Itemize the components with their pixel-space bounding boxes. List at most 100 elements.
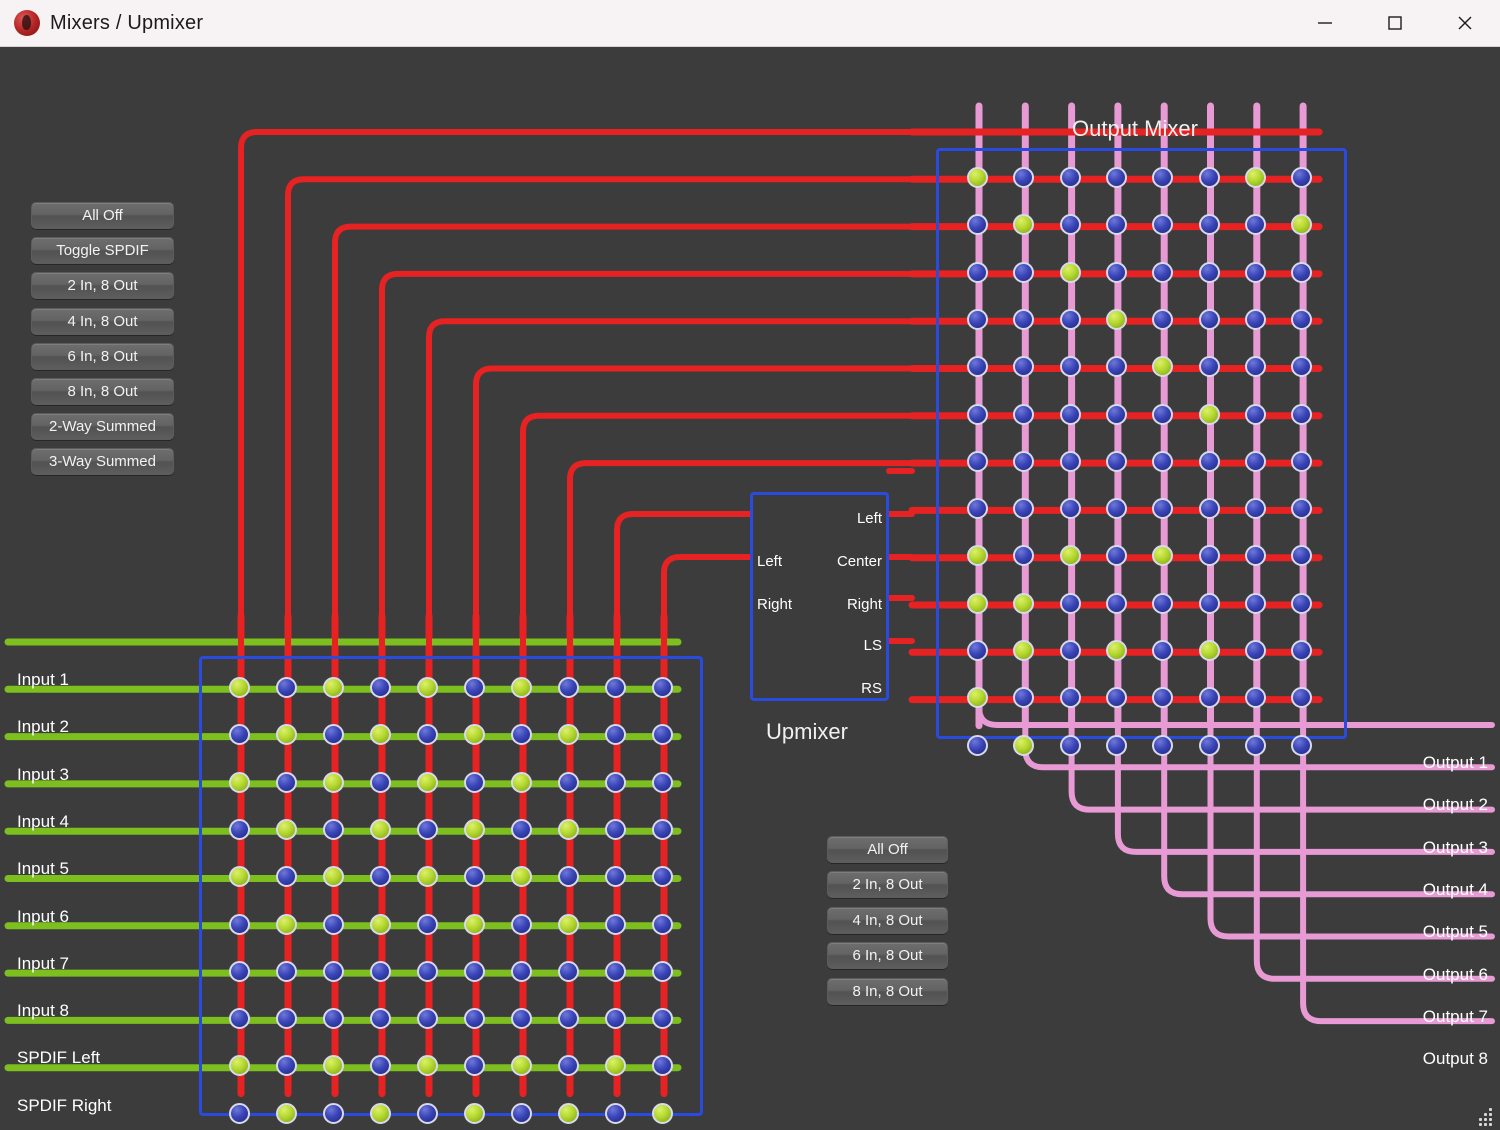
minimize-button[interactable] bbox=[1290, 0, 1360, 46]
out-preset-6in-8out[interactable]: 6 In, 8 Out bbox=[827, 942, 948, 970]
output-mixer-node-r7-c7[interactable] bbox=[1244, 450, 1266, 472]
output-mixer-node-r10-c3[interactable] bbox=[1059, 592, 1081, 614]
preset-8in-8out[interactable]: 8 In, 8 Out bbox=[31, 378, 174, 405]
output-mixer-node-r5-c7[interactable] bbox=[1244, 356, 1266, 378]
output-mixer-node-r7-c4[interactable] bbox=[1105, 450, 1127, 472]
output-mixer-node-r8-c1[interactable] bbox=[967, 498, 988, 520]
input-mixer-node-r6-c5[interactable] bbox=[417, 913, 438, 935]
input-mixer-node-r3-c2[interactable] bbox=[276, 771, 297, 793]
input-mixer-node-r4-c1[interactable] bbox=[229, 818, 250, 840]
output-mixer-node-r4-c3[interactable] bbox=[1059, 308, 1081, 330]
preset-3way-summed[interactable]: 3-Way Summed bbox=[31, 448, 174, 476]
output-mixer-node-r8-c7[interactable] bbox=[1244, 498, 1266, 520]
input-mixer-node-r3-c4[interactable] bbox=[370, 771, 391, 793]
input-mixer-node-r8-c2[interactable] bbox=[276, 1008, 297, 1030]
output-mixer-node-r4-c6[interactable] bbox=[1198, 308, 1220, 330]
output-mixer-node-r8-c3[interactable] bbox=[1059, 498, 1081, 520]
input-mixer-node-r8-c5[interactable] bbox=[417, 1008, 438, 1030]
output-mixer-node-r1-c6[interactable] bbox=[1198, 167, 1220, 188]
input-mixer-node-r4-c10[interactable] bbox=[652, 818, 673, 840]
input-mixer-node-r1-c8[interactable] bbox=[558, 677, 579, 698]
out-preset-8in-8out[interactable]: 8 In, 8 Out bbox=[827, 977, 948, 1005]
output-mixer-node-r10-c1[interactable] bbox=[967, 592, 988, 614]
output-mixer-node-r10-c6[interactable] bbox=[1198, 592, 1220, 614]
output-mixer-node-r1-c8[interactable] bbox=[1291, 167, 1313, 188]
output-mixer-node-r4-c4[interactable] bbox=[1105, 308, 1127, 330]
output-mixer-node-r13-c3[interactable] bbox=[1059, 734, 1081, 756]
input-mixer-node-r3-c1[interactable] bbox=[229, 771, 250, 793]
preset-6in-8out[interactable]: 6 In, 8 Out bbox=[31, 342, 174, 370]
input-mixer-node-r1-c6[interactable] bbox=[464, 677, 485, 698]
output-mixer-node-r7-c5[interactable] bbox=[1152, 450, 1174, 472]
input-mixer-node-r10-c6[interactable] bbox=[464, 1102, 485, 1124]
output-mixer-node-r6-c7[interactable] bbox=[1244, 403, 1266, 425]
output-mixer-node-r12-c3[interactable] bbox=[1059, 687, 1081, 709]
input-mixer-node-r6-c3[interactable] bbox=[323, 913, 344, 935]
input-mixer-node-r4-c3[interactable] bbox=[323, 818, 344, 840]
output-mixer-node-r13-c7[interactable] bbox=[1244, 734, 1266, 756]
output-mixer-node-r13-c2[interactable] bbox=[1013, 734, 1035, 756]
preset-toggle-spdif[interactable]: Toggle SPDIF bbox=[31, 237, 174, 265]
input-mixer-node-r10-c10[interactable] bbox=[652, 1102, 673, 1124]
output-mixer-node-r10-c8[interactable] bbox=[1291, 592, 1313, 614]
output-mixer-node-r1-c1[interactable] bbox=[967, 167, 988, 188]
output-mixer-node-r1-c4[interactable] bbox=[1105, 167, 1127, 188]
output-mixer-node-r10-c7[interactable] bbox=[1244, 592, 1266, 614]
input-mixer-node-r10-c8[interactable] bbox=[558, 1102, 579, 1124]
input-mixer-node-r3-c7[interactable] bbox=[511, 771, 532, 793]
output-mixer-node-r2-c7[interactable] bbox=[1244, 214, 1266, 236]
input-mixer-node-r3-c3[interactable] bbox=[323, 771, 344, 793]
output-mixer-node-r6-c1[interactable] bbox=[967, 403, 988, 425]
output-mixer-node-r13-c4[interactable] bbox=[1105, 734, 1127, 756]
input-mixer-node-r1-c9[interactable] bbox=[605, 677, 626, 698]
out-preset-4in-8out[interactable]: 4 In, 8 Out bbox=[827, 906, 948, 934]
input-mixer-node-r3-c10[interactable] bbox=[652, 771, 673, 793]
output-mixer-node-r13-c5[interactable] bbox=[1152, 734, 1174, 756]
output-mixer-node-r3-c4[interactable] bbox=[1105, 261, 1127, 283]
input-mixer-node-r8-c10[interactable] bbox=[652, 1008, 673, 1030]
input-mixer-node-r4-c7[interactable] bbox=[511, 818, 532, 840]
output-mixer-node-r12-c7[interactable] bbox=[1244, 687, 1266, 709]
output-mixer-node-r3-c7[interactable] bbox=[1244, 261, 1266, 283]
input-mixer-node-r6-c7[interactable] bbox=[511, 913, 532, 935]
output-mixer-node-r2-c3[interactable] bbox=[1059, 214, 1081, 236]
output-mixer-node-r9-c6[interactable] bbox=[1198, 545, 1220, 567]
input-mixer-node-r8-c9[interactable] bbox=[605, 1008, 626, 1030]
input-mixer-node-r10-c2[interactable] bbox=[276, 1102, 297, 1124]
input-mixer-node-r6-c4[interactable] bbox=[370, 913, 391, 935]
input-mixer-node-r10-c7[interactable] bbox=[511, 1102, 532, 1124]
output-mixer-node-r9-c3[interactable] bbox=[1059, 545, 1081, 567]
input-mixer-node-r7-c2[interactable] bbox=[276, 960, 297, 982]
output-mixer-node-r7-c6[interactable] bbox=[1198, 450, 1220, 472]
out-preset-all-off[interactable]: All Off bbox=[827, 836, 948, 863]
output-mixer-node-r10-c5[interactable] bbox=[1152, 592, 1174, 614]
input-mixer-node-r8-c3[interactable] bbox=[323, 1008, 344, 1030]
input-mixer-node-r1-c7[interactable] bbox=[511, 677, 532, 698]
input-mixer-node-r7-c7[interactable] bbox=[511, 960, 532, 982]
output-mixer-node-r3-c3[interactable] bbox=[1059, 261, 1081, 283]
output-mixer-node-r1-c7[interactable] bbox=[1244, 167, 1266, 188]
output-mixer-node-r5-c3[interactable] bbox=[1059, 356, 1081, 378]
input-mixer-node-r1-c1[interactable] bbox=[229, 677, 250, 698]
output-mixer-node-r11-c4[interactable] bbox=[1105, 640, 1127, 661]
close-button[interactable] bbox=[1430, 0, 1500, 46]
output-mixer-node-r4-c8[interactable] bbox=[1291, 308, 1313, 330]
input-mixer-node-r7-c6[interactable] bbox=[464, 960, 485, 982]
output-mixer-node-r7-c1[interactable] bbox=[967, 450, 988, 472]
output-mixer-node-r3-c6[interactable] bbox=[1198, 261, 1220, 283]
input-mixer-node-r7-c1[interactable] bbox=[229, 960, 250, 982]
input-mixer-node-r8-c8[interactable] bbox=[558, 1008, 579, 1030]
input-mixer-node-r7-c8[interactable] bbox=[558, 960, 579, 982]
input-mixer-node-r1-c4[interactable] bbox=[370, 677, 391, 698]
input-mixer-node-r1-c5[interactable] bbox=[417, 677, 438, 698]
output-mixer-node-r11-c7[interactable] bbox=[1244, 640, 1266, 661]
input-mixer-node-r3-c8[interactable] bbox=[558, 771, 579, 793]
output-mixer-node-r4-c7[interactable] bbox=[1244, 308, 1266, 330]
input-mixer-node-r10-c3[interactable] bbox=[323, 1102, 344, 1124]
input-mixer-node-r8-c1[interactable] bbox=[229, 1008, 250, 1030]
output-mixer-node-r7-c3[interactable] bbox=[1059, 450, 1081, 472]
input-mixer-node-r1-c3[interactable] bbox=[323, 677, 344, 698]
input-mixer-node-r4-c9[interactable] bbox=[605, 818, 626, 840]
output-mixer-node-r3-c5[interactable] bbox=[1152, 261, 1174, 283]
output-mixer-node-r11-c1[interactable] bbox=[967, 640, 988, 661]
